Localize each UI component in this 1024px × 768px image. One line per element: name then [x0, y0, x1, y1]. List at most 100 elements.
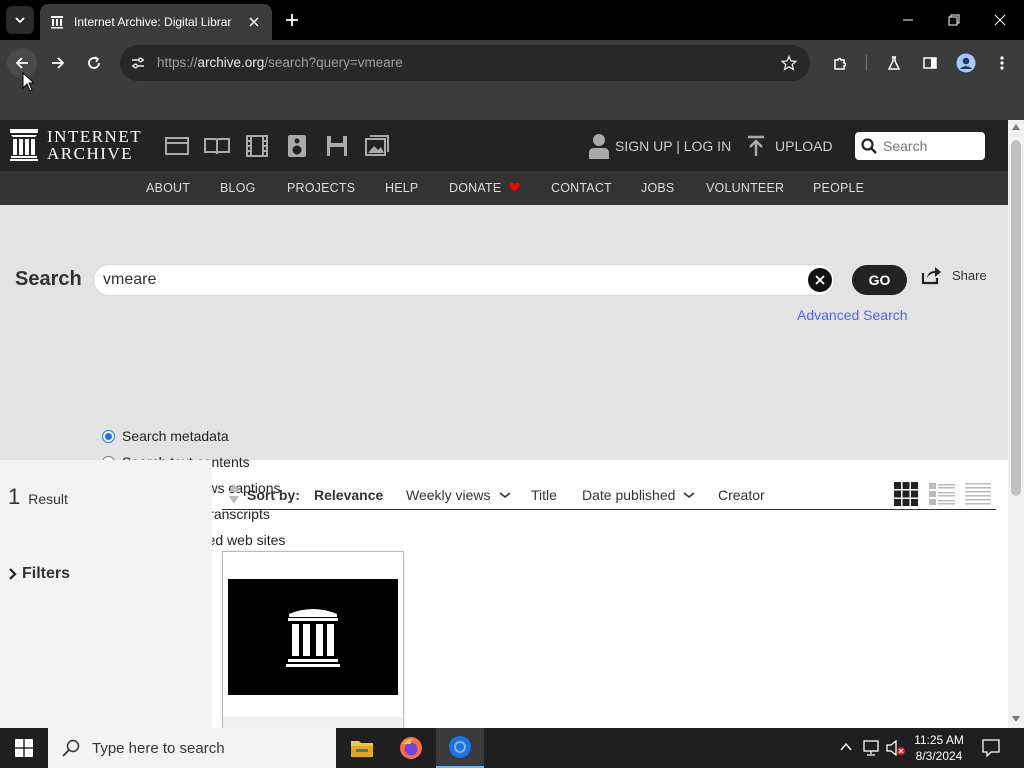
nav-volunteer[interactable]: VOLUNTEER — [706, 181, 784, 195]
nav-blog[interactable]: BLOG — [220, 181, 256, 195]
browser-toolbar: https://archive.org/search?query=vmeare — [0, 40, 1024, 86]
nav-about[interactable]: ABOUT — [146, 181, 190, 195]
chevron-up-icon[interactable] — [840, 742, 852, 752]
filters-toggle[interactable]: Filters — [8, 565, 70, 583]
nav-jobs[interactable]: JOBS — [641, 181, 674, 195]
sort-relevance[interactable]: Relevance — [314, 487, 383, 503]
radio-metadata-label: Search metadata — [122, 428, 229, 444]
profile-avatar-icon[interactable] — [951, 48, 981, 78]
minimize-icon[interactable] — [886, 4, 930, 36]
chevron-right-icon — [9, 568, 17, 580]
header-search-input[interactable] — [883, 138, 983, 154]
side-panel-icon[interactable] — [915, 48, 945, 78]
sort-date-published[interactable]: Date published — [582, 487, 695, 503]
tab-search-button[interactable] — [6, 6, 34, 34]
software-disk-icon[interactable] — [324, 134, 350, 158]
taskbar-search-box[interactable]: Type here to search — [48, 728, 336, 768]
texts-book-icon[interactable] — [204, 134, 230, 158]
sort-bar: Sort by: Relevance Weekly views Title Da… — [222, 478, 996, 510]
nav-donate-label: DONATE — [449, 181, 502, 195]
bookmark-star-icon[interactable] — [781, 55, 797, 71]
nav-donate[interactable]: DONATE — [449, 181, 520, 195]
audio-speaker-icon[interactable] — [284, 134, 310, 158]
chevron-down-icon — [683, 492, 695, 499]
window-close-icon[interactable] — [978, 4, 1022, 36]
filters-label: Filters — [22, 565, 71, 582]
result-thumbnail[interactable] — [228, 579, 398, 695]
nav-contact[interactable]: CONTACT — [551, 181, 612, 195]
page-scrollbar[interactable] — [1008, 120, 1024, 728]
restore-icon[interactable] — [932, 4, 976, 36]
header-search-box[interactable] — [855, 132, 985, 160]
search-heading: Search — [15, 268, 82, 290]
url-text: https://archive.org/search?query=vmeare — [157, 55, 403, 70]
scroll-down-arrow-icon[interactable] — [1012, 716, 1020, 722]
sort-direction-icon[interactable] — [227, 483, 241, 505]
user-icon — [589, 134, 609, 159]
ia-logo-icon[interactable] — [10, 129, 38, 161]
nav-projects[interactable]: PROJECTS — [287, 181, 355, 195]
list-detail-view-icon[interactable] — [929, 482, 955, 506]
firefox-icon[interactable] — [387, 728, 435, 768]
sort-title[interactable]: Title — [531, 487, 557, 503]
ia-top-bar: INTERNET ARCHIVE SIGN UP | LOG IN UPLOAD — [0, 120, 1008, 171]
result-count-number: 1 — [8, 484, 21, 509]
result-count-label: Result — [28, 491, 68, 507]
toolbar-divider — [866, 55, 867, 71]
heart-icon — [509, 182, 520, 192]
result-tile-footer — [223, 717, 403, 728]
radio-metadata-control[interactable] — [102, 429, 115, 443]
address-bar[interactable]: https://archive.org/search?query=vmeare — [120, 45, 810, 81]
tab-close-icon[interactable] — [246, 14, 262, 30]
scroll-up-arrow-icon[interactable] — [1012, 124, 1020, 130]
volume-muted-icon[interactable] — [886, 740, 906, 756]
list-compact-view-icon[interactable] — [965, 482, 991, 506]
network-icon[interactable] — [862, 740, 880, 756]
result-tile[interactable] — [222, 551, 404, 728]
file-explorer-icon[interactable] — [338, 728, 386, 768]
search-panel: Search GO Share Advanced Search Search m… — [0, 205, 1008, 548]
upload-arrow-icon — [748, 135, 764, 156]
video-film-icon[interactable] — [244, 134, 270, 158]
ia-nav-bar: ABOUT BLOG PROJECTS HELP DONATE CONTACT … — [0, 171, 1008, 205]
windows-taskbar: Type here to search 11:25 AM 8/3/2024 — [0, 728, 1024, 768]
chrome-icon[interactable] — [436, 728, 484, 768]
share-button[interactable]: Share — [920, 265, 987, 285]
nav-people[interactable]: PEOPLE — [813, 181, 864, 195]
ia-logo-text[interactable]: INTERNET ARCHIVE — [47, 128, 142, 162]
main-search-field[interactable] — [93, 264, 835, 296]
web-icon[interactable] — [164, 134, 190, 158]
clear-search-icon[interactable] — [808, 268, 832, 292]
labs-flask-icon[interactable] — [879, 48, 909, 78]
signup-login-link[interactable]: SIGN UP | LOG IN — [588, 132, 731, 160]
advanced-search-link[interactable]: Advanced Search — [797, 307, 908, 323]
chrome-menu-icon[interactable] — [987, 48, 1017, 78]
share-icon — [921, 267, 941, 285]
radio-search-metadata[interactable]: Search metadata — [102, 428, 229, 444]
tile-view-icon[interactable] — [894, 482, 918, 506]
bookmarks-bar — [0, 86, 1024, 120]
clock-date: 8/3/2024 — [915, 749, 963, 763]
forward-arrow-icon[interactable] — [43, 48, 73, 78]
upload-link[interactable]: UPLOAD — [746, 132, 833, 160]
site-info-icon[interactable] — [130, 55, 146, 71]
browser-tab-active[interactable]: Internet Archive: Digital Librar — [40, 4, 272, 40]
notification-icon[interactable] — [982, 739, 1000, 757]
sort-weekly-views[interactable]: Weekly views — [406, 487, 511, 503]
sort-creator[interactable]: Creator — [718, 487, 765, 503]
extensions-icon[interactable] — [825, 48, 855, 78]
browser-tab-bar: Internet Archive: Digital Librar — [0, 0, 1024, 40]
main-search-input[interactable] — [103, 269, 793, 291]
taskbar-clock[interactable]: 11:25 AM 8/3/2024 — [908, 732, 970, 764]
results-sidebar: 1 Result Filters — [0, 460, 212, 728]
images-icon[interactable] — [364, 134, 390, 158]
new-tab-plus-icon[interactable] — [280, 8, 304, 32]
sort-by-label: Sort by: — [247, 487, 300, 503]
scroll-thumb[interactable] — [1011, 140, 1021, 496]
nav-help[interactable]: HELP — [385, 181, 418, 195]
upload-label: UPLOAD — [775, 138, 833, 154]
go-button[interactable]: GO — [852, 265, 907, 295]
windows-start-icon[interactable] — [0, 728, 48, 768]
mouse-cursor-icon — [22, 72, 34, 92]
reload-icon[interactable] — [79, 48, 109, 78]
